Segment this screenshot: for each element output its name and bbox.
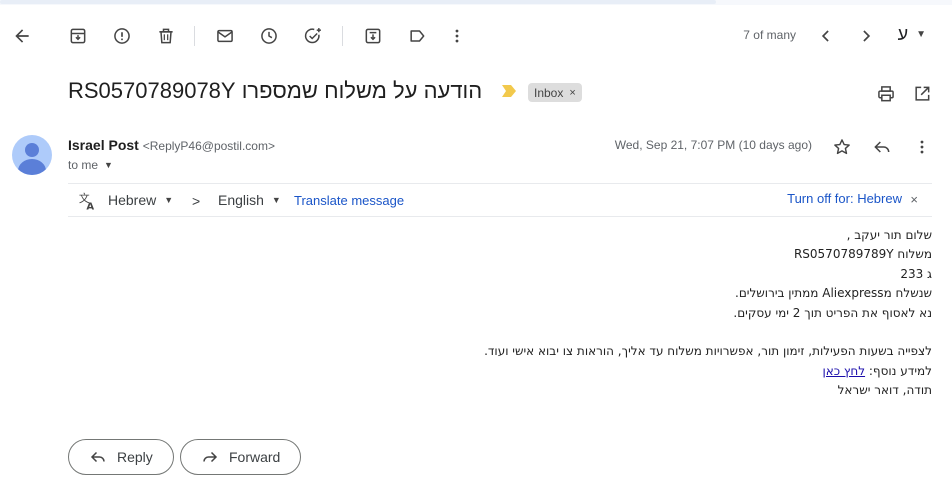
report-spam-icon[interactable] [109, 23, 135, 49]
target-language-dropdown[interactable]: English ▼ [218, 192, 281, 208]
message-toolbar: 7 of many ע ▼ [0, 14, 952, 58]
label-tag-icon[interactable] [404, 23, 430, 49]
print-icon[interactable] [874, 82, 898, 106]
reply-icon [90, 451, 105, 463]
sender-name[interactable]: Israel Post [68, 137, 139, 153]
email-subject: הודעה על משלוח שמספרו RS0570789078Y [68, 78, 483, 103]
body-line: ג 233 [900, 266, 932, 281]
click-here-link[interactable]: לחץ כאן [822, 364, 865, 378]
importance-marker-icon[interactable] [502, 85, 516, 97]
forward-button-label: Forward [229, 449, 281, 465]
delete-trash-icon[interactable] [153, 23, 179, 49]
reply-button-label: Reply [117, 449, 153, 465]
star-icon[interactable] [830, 135, 854, 159]
body-line: נא לאסוף את הפריט תוך 2 ימי עסקים. [733, 305, 932, 320]
target-language-label: English [218, 192, 264, 208]
sender-email: <ReplyP46@postil.com> [142, 139, 275, 153]
back-arrow-icon[interactable] [9, 23, 35, 49]
body-blank-line [232, 323, 932, 342]
forward-button[interactable]: Forward [180, 439, 302, 475]
input-language-selector[interactable]: ע ▼ [898, 24, 926, 45]
source-language-label: Hebrew [108, 192, 157, 208]
signature-line: תודה, דואר ישראל [837, 383, 932, 398]
newer-chevron-left-icon[interactable] [813, 23, 839, 49]
move-to-icon[interactable] [360, 23, 386, 49]
horizontal-scrollbar[interactable] [0, 0, 716, 4]
body-line: שלום תור יעקב , [846, 228, 932, 242]
chevron-down-icon: ▼ [104, 160, 113, 170]
toolbar-divider [342, 26, 343, 46]
sender-info: Israel Post <ReplyP46@postil.com> [68, 137, 275, 153]
chevron-down-icon: ▼ [916, 29, 926, 40]
add-to-tasks-icon[interactable] [300, 23, 326, 49]
inbox-label-chip: Inbox × [528, 83, 582, 102]
more-vertical-icon[interactable] [444, 23, 470, 49]
translate-bar: 文A Hebrew ▼ > English ▼ Translate messag… [68, 183, 932, 217]
body-line: משלוח RS0570789789Y [793, 247, 932, 262]
recipient-label: to me [68, 158, 99, 172]
svg-text:A: A [86, 201, 94, 211]
avatar-head-shape [25, 143, 39, 157]
email-body: שלום תור יעקב , משלוח RS0570789789Y ג 23… [232, 226, 932, 401]
snooze-clock-icon[interactable] [256, 23, 282, 49]
label-chip-text: Inbox [534, 85, 564, 100]
body-line: שנשלח מAliexpress ממתין בירושלים. [735, 286, 932, 301]
more-info-prefix: למידע נוסף: [865, 363, 932, 378]
archive-icon[interactable] [65, 23, 91, 49]
reply-button[interactable]: Reply [68, 439, 174, 475]
message-date: Wed, Sep 21, 7:07 PM (10 days ago) [614, 138, 812, 152]
close-translate-bar-icon[interactable]: × [910, 192, 918, 207]
translate-message-link[interactable]: Translate message [294, 193, 404, 208]
older-chevron-right-icon[interactable] [853, 23, 879, 49]
more-options-vertical-icon[interactable] [910, 135, 934, 159]
translate-icon: 文A [79, 191, 94, 211]
avatar-body-shape [18, 159, 46, 175]
open-in-new-window-icon[interactable] [910, 82, 934, 106]
subject-row: הודעה על משלוח שמספרו RS0570789078Y Inbo… [0, 74, 952, 114]
mark-unread-mail-icon[interactable] [212, 23, 238, 49]
chevron-right-icon: > [192, 193, 201, 209]
source-language-dropdown[interactable]: Hebrew ▼ [108, 192, 173, 208]
sender-avatar[interactable] [12, 135, 52, 175]
chevron-down-icon: ▼ [271, 195, 281, 205]
chevron-down-icon: ▼ [164, 195, 174, 205]
body-line: לצפייה בשעות הפעילות, זימון תור, אפשרויו… [484, 344, 932, 359]
top-scroll-strip [0, 0, 952, 5]
remove-label-close-icon[interactable]: × [569, 87, 575, 99]
input-language-label: ע [897, 24, 909, 44]
turn-off-translation-link[interactable]: Turn off for: Hebrew [787, 191, 902, 206]
reply-arrow-icon[interactable] [870, 135, 894, 159]
more-info-line: למידע נוסף: לחץ כאן [232, 362, 932, 381]
recipient-details-toggle[interactable]: to me ▼ [68, 158, 113, 172]
forward-icon [203, 451, 218, 463]
toolbar-divider [194, 26, 195, 46]
pagination-count: 7 of many [743, 28, 796, 42]
